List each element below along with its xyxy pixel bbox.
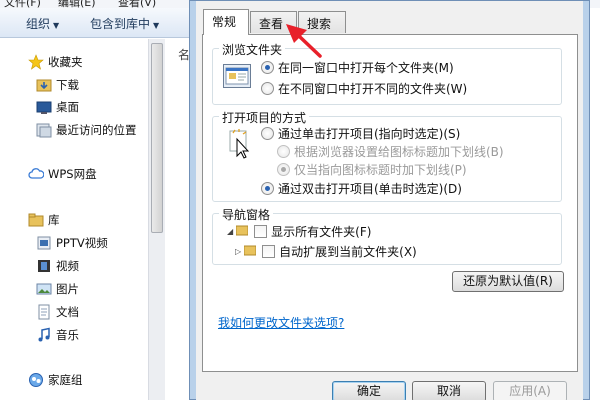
sidebar-item-desktop[interactable]: 桌面 xyxy=(36,97,79,117)
single-click-option[interactable]: 通过单击打开项目(指向时选定)(S) xyxy=(261,125,460,142)
radio-button[interactable] xyxy=(261,82,274,95)
menu-file[interactable]: 文件(F) xyxy=(4,0,41,8)
radio-button[interactable] xyxy=(261,61,274,74)
ok-button[interactable]: 确定 xyxy=(332,381,406,400)
checkbox[interactable] xyxy=(262,245,276,258)
star-icon xyxy=(28,54,44,70)
option-label: 通过双击打开项目(单击时选定)(D) xyxy=(278,182,462,196)
menu-edit[interactable]: 编辑(E) xyxy=(58,0,96,8)
tab-panel-general: 浏览文件夹 在同一窗口中打开每个文件夹(M) 在不同窗口中打开不同的文件夹(W)… xyxy=(202,34,578,372)
sidebar-label: 收藏夹 xyxy=(48,55,83,69)
option-label: 自动扩展到当前文件夹(X) xyxy=(279,245,417,259)
sidebar-label: 桌面 xyxy=(56,100,79,114)
picture-icon xyxy=(36,281,52,297)
option-label: 显示所有文件夹(F) xyxy=(271,225,372,239)
option-label: 根据浏览器设置给图标标题加下划线(B) xyxy=(294,145,504,159)
sidebar-label: WPS网盘 xyxy=(48,167,97,181)
sidebar-label: 音乐 xyxy=(56,328,79,342)
expanded-triangle-icon: ◢ xyxy=(227,227,234,236)
sidebar-label: 最近访问的位置 xyxy=(56,123,137,137)
music-note-icon xyxy=(36,327,52,343)
radio-button[interactable] xyxy=(261,127,274,140)
include-in-library-button[interactable]: 包含到库中 ▼ xyxy=(90,15,159,32)
underline-on-point-option[interactable]: 仅当指向图标标题时加下划线(P) xyxy=(277,161,467,178)
option-label: 通过单击打开项目(指向时选定)(S) xyxy=(278,127,461,141)
radio-button[interactable] xyxy=(277,163,290,176)
sidebar-item-pptv[interactable]: PPTV视频 xyxy=(36,233,108,253)
sidebar-label: 文档 xyxy=(56,305,79,319)
recent-places-icon xyxy=(36,122,52,138)
sidebar-item-music[interactable]: 音乐 xyxy=(36,325,79,345)
restore-defaults-button[interactable]: 还原为默认值(R) xyxy=(452,271,564,292)
sidebar-item-pictures[interactable]: 图片 xyxy=(36,279,79,299)
sidebar-item-favorites[interactable]: 收藏夹 xyxy=(28,52,83,72)
sidebar-label: 库 xyxy=(48,213,60,227)
tab-view[interactable]: 查看 xyxy=(250,11,297,33)
menu-view[interactable]: 查看(V) xyxy=(118,0,156,8)
apply-button[interactable]: 应用(A) xyxy=(493,381,567,400)
double-click-option[interactable]: 通过双击打开项目(单击时选定)(D) xyxy=(261,180,462,197)
group-title: 浏览文件夹 xyxy=(219,41,286,58)
browse-new-window-option[interactable]: 在不同窗口中打开不同的文件夹(W) xyxy=(261,80,467,97)
sidebar-item-homegroup[interactable]: 家庭组 xyxy=(28,370,83,390)
scrollbar-thumb[interactable] xyxy=(151,43,163,233)
auto-expand-option[interactable]: ▷ 自动扩展到当前文件夹(X) xyxy=(235,243,417,260)
sidebar-item-videos[interactable]: 视频 xyxy=(36,256,79,276)
group-title: 导航窗格 xyxy=(219,206,274,223)
radio-button[interactable] xyxy=(277,145,290,158)
film-icon xyxy=(36,258,52,274)
tab-general[interactable]: 常规 xyxy=(203,9,249,35)
organize-button[interactable]: 组织 ▼ xyxy=(26,15,59,32)
navigation-scrollbar[interactable] xyxy=(148,39,165,400)
radio-button[interactable] xyxy=(261,182,274,195)
folder-options-dialog: 常规 查看 搜索 浏览文件夹 在同一窗口中打开每个文件夹(M) 在不同窗口中打开… xyxy=(189,0,590,400)
show-all-folders-option[interactable]: ◢ 显示所有文件夹(F) xyxy=(227,223,371,240)
sidebar-item-documents[interactable]: 文档 xyxy=(36,302,79,322)
sidebar-item-wps[interactable]: WPS网盘 xyxy=(28,164,97,184)
checkbox[interactable] xyxy=(254,225,268,238)
desktop-icon xyxy=(36,99,52,115)
browse-folders-group: 浏览文件夹 在同一窗口中打开每个文件夹(M) 在不同窗口中打开不同的文件夹(W) xyxy=(212,41,562,105)
folder-icon xyxy=(235,224,249,239)
collapsed-triangle-icon: ▷ xyxy=(235,247,242,256)
sidebar-label: 图片 xyxy=(56,282,79,296)
chevron-down-icon: ▼ xyxy=(153,21,160,30)
browse-same-window-option[interactable]: 在同一窗口中打开每个文件夹(M) xyxy=(261,59,454,76)
folder-icon xyxy=(243,244,257,259)
browse-folders-illustration-icon xyxy=(223,64,251,88)
sidebar-item-recent-places[interactable]: 最近访问的位置 xyxy=(36,120,137,140)
option-label: 在不同窗口中打开不同的文件夹(W) xyxy=(278,82,468,96)
homegroup-icon xyxy=(28,372,44,388)
download-folder-icon xyxy=(36,77,52,93)
cancel-button[interactable]: 取消 xyxy=(412,381,486,400)
include-in-library-label: 包含到库中 xyxy=(90,17,151,31)
video-library-icon xyxy=(36,235,52,251)
underline-browser-setting-option[interactable]: 根据浏览器设置给图标标题加下划线(B) xyxy=(277,143,504,160)
tab-search[interactable]: 搜索 xyxy=(298,11,346,33)
option-label: 在同一窗口中打开每个文件夹(M) xyxy=(278,61,454,75)
navigation-pane: 收藏夹 下载 桌面 最近访问的位置 WPS网盘 库 PPTV视频 视频 图片 文… xyxy=(0,39,148,400)
open-items-group: 打开项目的方式 通过单击打开项目(指向时选定)(S) 根据浏览器设置给图标标题加… xyxy=(212,109,562,202)
dialog-body: 常规 查看 搜索 浏览文件夹 在同一窗口中打开每个文件夹(M) 在不同窗口中打开… xyxy=(196,1,583,400)
sidebar-label: 视频 xyxy=(56,259,79,273)
group-title: 打开项目的方式 xyxy=(219,109,310,126)
sidebar-label: 家庭组 xyxy=(48,373,83,387)
library-icon xyxy=(28,212,44,228)
option-label: 仅当指向图标标题时加下划线(P) xyxy=(294,163,467,177)
navigation-pane-group: 导航窗格 ◢ 显示所有文件夹(F) ▷ 自动扩展到当前文件夹(X) xyxy=(212,206,562,265)
cloud-icon xyxy=(28,166,45,182)
sidebar-item-downloads[interactable]: 下载 xyxy=(36,75,79,95)
sidebar-label: 下载 xyxy=(56,78,79,92)
sidebar-item-library[interactable]: 库 xyxy=(28,210,60,230)
chevron-down-icon: ▼ xyxy=(53,21,60,30)
document-icon xyxy=(36,304,52,320)
help-link[interactable]: 我如何更改文件夹选项? xyxy=(218,314,344,331)
sidebar-label: PPTV视频 xyxy=(56,236,108,250)
mouse-click-illustration-icon xyxy=(227,129,253,161)
organize-label: 组织 xyxy=(26,17,51,31)
